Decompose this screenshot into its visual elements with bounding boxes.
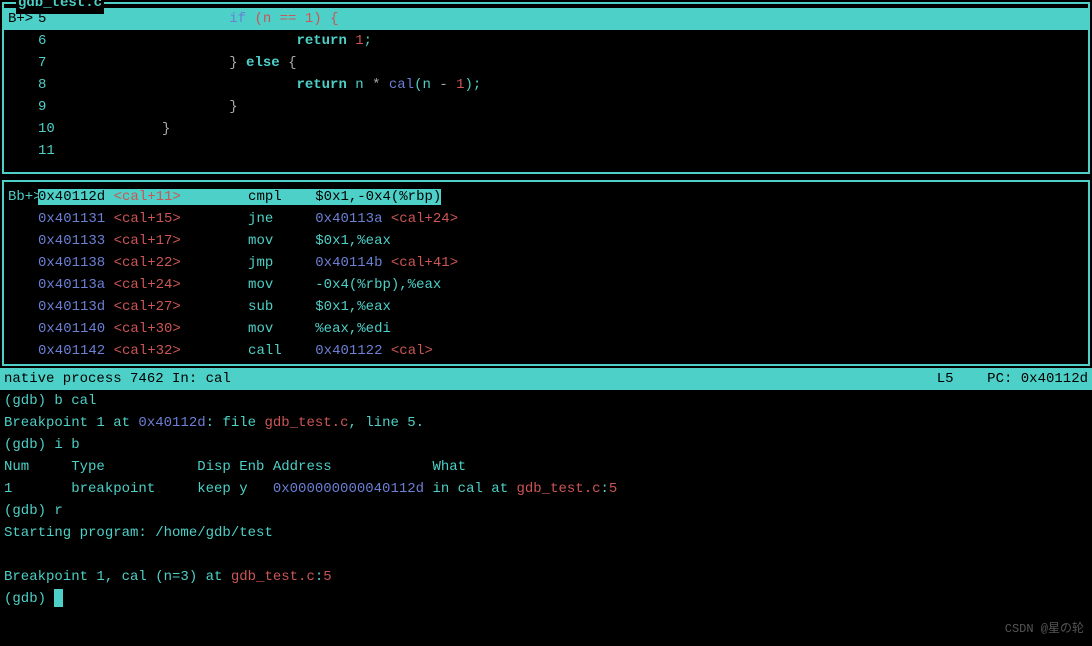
status-right: L5 PC: 0x40112d	[937, 368, 1088, 390]
source-filename: gdb_test.c	[16, 0, 104, 14]
asm-line[interactable]: 0x401140 <cal+30> mov %eax,%edi	[4, 318, 1088, 340]
gdb-console[interactable]: (gdb) b calBreakpoint 1 at 0x40112d: fil…	[0, 390, 1092, 610]
asm-line[interactable]: 0x401131 <cal+15> jne 0x40113a <cal+24>	[4, 208, 1088, 230]
console-line: (gdb) b cal	[4, 390, 1088, 412]
console-line: Breakpoint 1 at 0x40112d: file gdb_test.…	[4, 412, 1088, 434]
source-line[interactable]: 8 return n * cal(n - 1);	[4, 74, 1088, 96]
cursor-icon	[54, 589, 63, 607]
source-panel: gdb_test.c B+>5 if (n == 1) {6 return 1;…	[2, 2, 1090, 174]
asm-line[interactable]: 0x401142 <cal+32> call 0x401122 <cal>	[4, 340, 1088, 362]
source-line[interactable]: 6 return 1;	[4, 30, 1088, 52]
asm-line[interactable]: 0x40113a <cal+24> mov -0x4(%rbp),%eax	[4, 274, 1088, 296]
console-prompt-line[interactable]: (gdb)	[4, 588, 1088, 610]
console-line	[4, 544, 1088, 566]
source-line[interactable]: 7 } else {	[4, 52, 1088, 74]
source-line[interactable]: B+>5 if (n == 1) {	[4, 8, 1088, 30]
source-lines: B+>5 if (n == 1) {6 return 1;7 } else {8…	[4, 8, 1088, 162]
console-line: Num Type Disp Enb Address What	[4, 456, 1088, 478]
gdb-prompt: (gdb)	[4, 591, 54, 607]
status-bar: native process 7462 In: cal L5 PC: 0x401…	[0, 368, 1092, 390]
source-line[interactable]: 10 }	[4, 118, 1088, 140]
asm-line[interactable]: Bb+>0x40112d <cal+11> cmpl $0x1,-0x4(%rb…	[4, 186, 1088, 208]
console-line: (gdb) r	[4, 500, 1088, 522]
source-line[interactable]: 9 }	[4, 96, 1088, 118]
asm-line[interactable]: 0x40113d <cal+27> sub $0x1,%eax	[4, 296, 1088, 318]
source-line[interactable]: 11	[4, 140, 1088, 162]
assembly-panel: Bb+>0x40112d <cal+11> cmpl $0x1,-0x4(%rb…	[2, 180, 1090, 366]
asm-line[interactable]: 0x401133 <cal+17> mov $0x1,%eax	[4, 230, 1088, 252]
console-output: (gdb) b calBreakpoint 1 at 0x40112d: fil…	[4, 390, 1088, 588]
asm-line[interactable]: 0x401138 <cal+22> jmp 0x40114b <cal+41>	[4, 252, 1088, 274]
watermark: CSDN @星の轮	[1005, 618, 1084, 640]
status-left: native process 7462 In: cal	[4, 368, 231, 390]
console-line: 1 breakpoint keep y 0x000000000040112d i…	[4, 478, 1088, 500]
console-line: (gdb) i b	[4, 434, 1088, 456]
console-line: Breakpoint 1, cal (n=3) at gdb_test.c:5	[4, 566, 1088, 588]
assembly-lines: Bb+>0x40112d <cal+11> cmpl $0x1,-0x4(%rb…	[4, 186, 1088, 362]
console-line: Starting program: /home/gdb/test	[4, 522, 1088, 544]
